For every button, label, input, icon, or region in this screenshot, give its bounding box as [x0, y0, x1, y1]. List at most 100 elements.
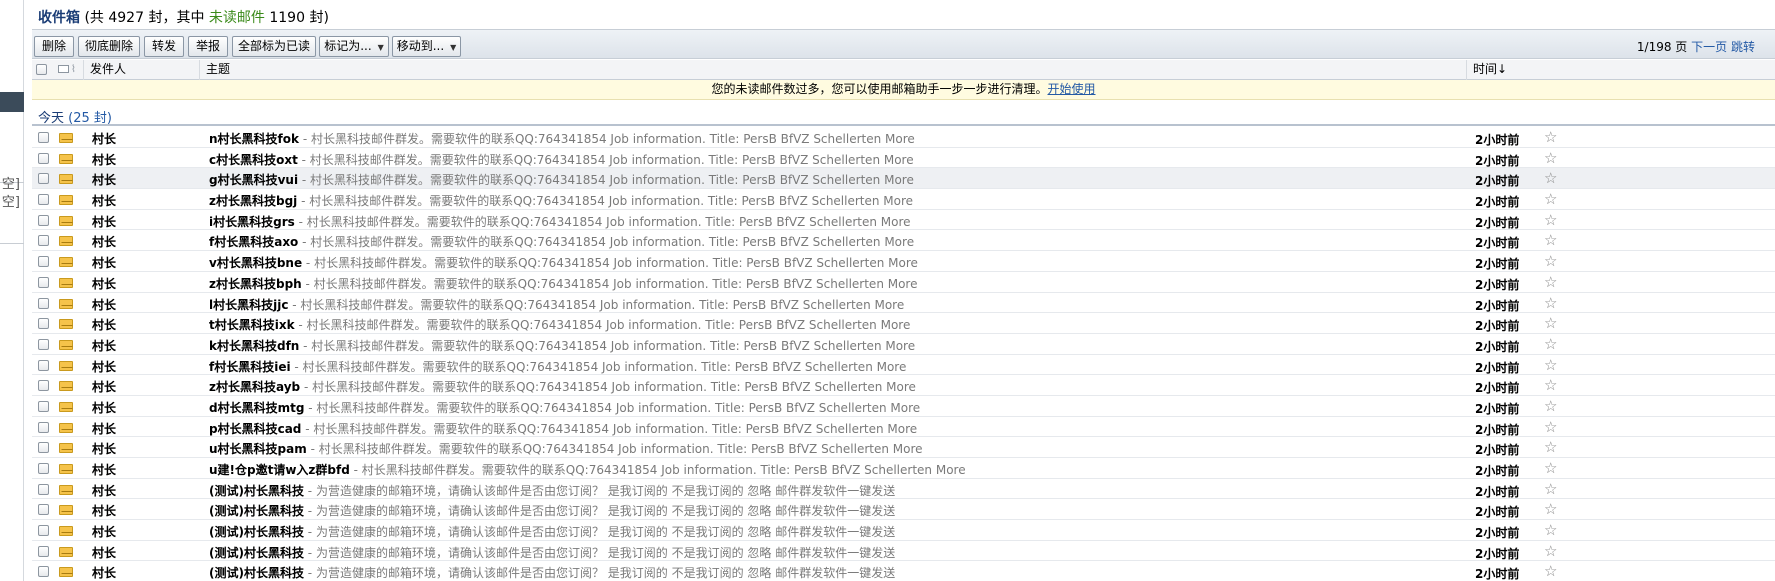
- mail-row[interactable]: 村长 (测试)村长黑科技 - 为营造健康的邮箱环境，请确认该邮件是否由您订阅？ 是…: [32, 520, 1775, 541]
- row-checkbox[interactable]: [38, 173, 49, 185]
- mail-row[interactable]: 村长 v村长黑科技bne - 村长黑科技邮件群发。需要软件的联系QQ:764341…: [32, 251, 1775, 272]
- row-checkbox[interactable]: [38, 256, 49, 268]
- mail-row[interactable]: 村长 c村长黑科技oxt - 村长黑科技邮件群发。需要软件的联系QQ:764341…: [32, 148, 1775, 169]
- row-subject-cell[interactable]: c村长黑科技oxt - 村长黑科技邮件群发。需要软件的联系QQ:76434185…: [209, 151, 1449, 168]
- row-checkbox[interactable]: [38, 338, 49, 350]
- row-checkbox[interactable]: [38, 483, 49, 495]
- mail-row[interactable]: 村长 l村长黑科技jjc - 村长黑科技邮件群发。需要软件的联系QQ:764341…: [32, 293, 1775, 314]
- row-checkbox[interactable]: [38, 297, 49, 309]
- row-checkbox[interactable]: [38, 525, 49, 537]
- mail-row[interactable]: 村长 g村长黑科技vui - 村长黑科技邮件群发。需要软件的联系QQ:764341…: [32, 168, 1775, 190]
- star-icon[interactable]: ☆: [1544, 273, 1557, 291]
- star-icon[interactable]: ☆: [1544, 128, 1557, 146]
- row-subject-cell[interactable]: t村长黑科技ixk - 村长黑科技邮件群发。需要软件的联系QQ:76434185…: [209, 316, 1449, 333]
- star-icon[interactable]: ☆: [1544, 542, 1557, 560]
- mail-row[interactable]: 村长 f村长黑科技axo - 村长黑科技邮件群发。需要软件的联系QQ:764341…: [32, 230, 1775, 252]
- star-icon[interactable]: ☆: [1544, 335, 1557, 353]
- row-subject-cell[interactable]: (测试)村长黑科技 - 为营造健康的邮箱环境，请确认该邮件是否由您订阅？ 是我订…: [209, 544, 1449, 561]
- row-checkbox[interactable]: [38, 545, 49, 557]
- mail-row[interactable]: 村长 (测试)村长黑科技 - 为营造健康的邮箱环境，请确认该邮件是否由您订阅？ 是…: [32, 561, 1775, 581]
- star-icon[interactable]: ☆: [1544, 521, 1557, 539]
- row-subject-cell[interactable]: l村长黑科技jjc - 村长黑科技邮件群发。需要软件的联系QQ:76434185…: [209, 296, 1449, 313]
- star-icon[interactable]: ☆: [1544, 294, 1557, 312]
- row-checkbox[interactable]: [38, 318, 49, 330]
- unread-link[interactable]: 未读邮件: [209, 10, 265, 26]
- row-subject-cell[interactable]: (测试)村长黑科技 - 为营造健康的邮箱环境，请确认该邮件是否由您订阅？ 是我订…: [209, 523, 1449, 540]
- star-icon[interactable]: ☆: [1544, 418, 1557, 436]
- row-checkbox[interactable]: [38, 132, 49, 143]
- column-subject[interactable]: 主题: [199, 60, 1466, 80]
- row-checkbox[interactable]: [38, 276, 49, 288]
- star-icon[interactable]: ☆: [1544, 459, 1557, 477]
- row-subject-cell[interactable]: u村长黑科技pam - 村长黑科技邮件群发。需要软件的联系QQ:76434185…: [209, 440, 1449, 457]
- row-checkbox[interactable]: [38, 504, 49, 516]
- mail-row[interactable]: 村长 (测试)村长黑科技 - 为营造健康的邮箱环境，请确认该邮件是否由您订阅？ 是…: [32, 499, 1775, 521]
- star-icon[interactable]: ☆: [1544, 314, 1557, 332]
- star-icon[interactable]: ☆: [1544, 149, 1557, 167]
- star-icon[interactable]: ☆: [1544, 397, 1557, 415]
- next-page-link[interactable]: 下一页: [1691, 40, 1727, 54]
- mail-row[interactable]: 村长 z村长黑科技bph - 村长黑科技邮件群发。需要软件的联系QQ:764341…: [32, 272, 1775, 293]
- row-subject-cell[interactable]: p村长黑科技cad - 村长黑科技邮件群发。需要软件的联系QQ:76434185…: [209, 420, 1449, 437]
- mail-row[interactable]: 村长 u建!仓p邀t请w入z群bfd - 村长黑科技邮件群发。需要软件的联系QQ:…: [32, 458, 1775, 479]
- mail-row[interactable]: 村长 i村长黑科技grs - 村长黑科技邮件群发。需要软件的联系QQ:764341…: [32, 210, 1775, 231]
- mark-all-read-button[interactable]: 全部标为已读: [232, 36, 316, 57]
- row-checkbox[interactable]: [38, 380, 49, 392]
- column-time[interactable]: 时间↓: [1466, 60, 1566, 80]
- row-subject-cell[interactable]: z村长黑科技ayb - 村长黑科技邮件群发。需要软件的联系QQ:76434185…: [209, 378, 1449, 395]
- move-to-dropdown[interactable]: 移动到... ▼: [392, 36, 461, 57]
- row-checkbox[interactable]: [38, 463, 49, 474]
- row-checkbox[interactable]: [38, 566, 49, 578]
- star-icon[interactable]: ☆: [1544, 480, 1557, 498]
- group-count-link[interactable]: (25 封): [68, 111, 112, 126]
- row-subject-cell[interactable]: u建!仓p邀t请w入z群bfd - 村长黑科技邮件群发。需要软件的联系QQ:76…: [209, 461, 1449, 478]
- start-using-link[interactable]: 开始使用: [1048, 82, 1096, 96]
- mail-row[interactable]: 村长 d村长黑科技mtg - 村长黑科技邮件群发。需要软件的联系QQ:764341…: [32, 396, 1775, 417]
- row-subject-cell[interactable]: n村长黑科技fok - 村长黑科技邮件群发。需要软件的联系QQ:76434185…: [209, 130, 1449, 147]
- mail-row[interactable]: 村长 p村长黑科技cad - 村长黑科技邮件群发。需要软件的联系QQ:764341…: [32, 417, 1775, 438]
- star-icon[interactable]: ☆: [1544, 500, 1557, 518]
- row-checkbox[interactable]: [38, 442, 49, 454]
- mail-row[interactable]: 村长 z村长黑科技ayb - 村长黑科技邮件群发。需要软件的联系QQ:764341…: [32, 375, 1775, 396]
- row-subject-cell[interactable]: (测试)村长黑科技 - 为营造健康的邮箱环境，请确认该邮件是否由您订阅？ 是我订…: [209, 564, 1449, 581]
- row-checkbox[interactable]: [38, 235, 49, 247]
- row-checkbox[interactable]: [38, 400, 49, 412]
- mail-row[interactable]: 村长 (测试)村长黑科技 - 为营造健康的邮箱环境，请确认该邮件是否由您订阅？ 是…: [32, 479, 1775, 500]
- mail-row[interactable]: 村长 u村长黑科技pam - 村长黑科技邮件群发。需要软件的联系QQ:764341…: [32, 437, 1775, 458]
- row-subject-cell[interactable]: (测试)村长黑科技 - 为营造健康的邮箱环境，请确认该邮件是否由您订阅？ 是我订…: [209, 502, 1449, 519]
- row-subject-cell[interactable]: v村长黑科技bne - 村长黑科技邮件群发。需要软件的联系QQ:76434185…: [209, 254, 1449, 271]
- row-checkbox[interactable]: [38, 152, 49, 164]
- star-icon[interactable]: ☆: [1544, 438, 1557, 456]
- star-icon[interactable]: ☆: [1544, 211, 1557, 229]
- row-checkbox[interactable]: [38, 194, 49, 206]
- mail-row[interactable]: 村长 t村长黑科技ixk - 村长黑科技邮件群发。需要软件的联系QQ:764341…: [32, 313, 1775, 334]
- column-sender[interactable]: 发件人: [83, 60, 199, 80]
- row-subject-cell[interactable]: z村长黑科技bph - 村长黑科技邮件群发。需要软件的联系QQ:76434185…: [209, 275, 1449, 292]
- row-subject-cell[interactable]: f村长黑科技axo - 村长黑科技邮件群发。需要软件的联系QQ:76434185…: [209, 233, 1449, 250]
- mail-row[interactable]: 村长 z村长黑科技bgj - 村长黑科技邮件群发。需要软件的联系QQ:764341…: [32, 189, 1775, 210]
- star-icon[interactable]: ☆: [1544, 562, 1557, 580]
- jump-page-link[interactable]: 跳转: [1731, 40, 1755, 54]
- row-subject-cell[interactable]: f村长黑科技iei - 村长黑科技邮件群发。需要软件的联系QQ:76434185…: [209, 358, 1449, 375]
- row-subject-cell[interactable]: i村长黑科技grs - 村长黑科技邮件群发。需要软件的联系QQ:76434185…: [209, 213, 1449, 230]
- delete-forever-button[interactable]: 彻底删除: [78, 36, 140, 57]
- star-icon[interactable]: ☆: [1544, 356, 1557, 374]
- mark-as-dropdown[interactable]: 标记为... ▼: [319, 36, 389, 57]
- row-checkbox[interactable]: [38, 214, 49, 226]
- select-all-checkbox[interactable]: [36, 64, 47, 75]
- star-icon[interactable]: ☆: [1544, 231, 1557, 249]
- star-icon[interactable]: ☆: [1544, 190, 1557, 208]
- row-subject-cell[interactable]: k村长黑科技dfn - 村长黑科技邮件群发。需要软件的联系QQ:76434185…: [209, 337, 1449, 354]
- star-icon[interactable]: ☆: [1544, 376, 1557, 394]
- forward-button[interactable]: 转发: [144, 36, 184, 57]
- star-icon[interactable]: ☆: [1544, 169, 1557, 187]
- row-subject-cell[interactable]: (测试)村长黑科技 - 为营造健康的邮箱环境，请确认该邮件是否由您订阅？ 是我订…: [209, 482, 1449, 499]
- row-checkbox[interactable]: [38, 421, 49, 433]
- mail-row[interactable]: 村长 f村长黑科技iei - 村长黑科技邮件群发。需要软件的联系QQ:764341…: [32, 355, 1775, 376]
- row-checkbox[interactable]: [38, 359, 49, 371]
- mail-row[interactable]: 村长 n村长黑科技fok - 村长黑科技邮件群发。需要软件的联系QQ:764341…: [32, 127, 1775, 148]
- row-subject-cell[interactable]: z村长黑科技bgj - 村长黑科技邮件群发。需要软件的联系QQ:76434185…: [209, 192, 1449, 209]
- row-subject-cell[interactable]: g村长黑科技vui - 村长黑科技邮件群发。需要软件的联系QQ:76434185…: [209, 171, 1449, 188]
- report-button[interactable]: 举报: [188, 36, 228, 57]
- mail-row[interactable]: 村长 k村长黑科技dfn - 村长黑科技邮件群发。需要软件的联系QQ:764341…: [32, 334, 1775, 355]
